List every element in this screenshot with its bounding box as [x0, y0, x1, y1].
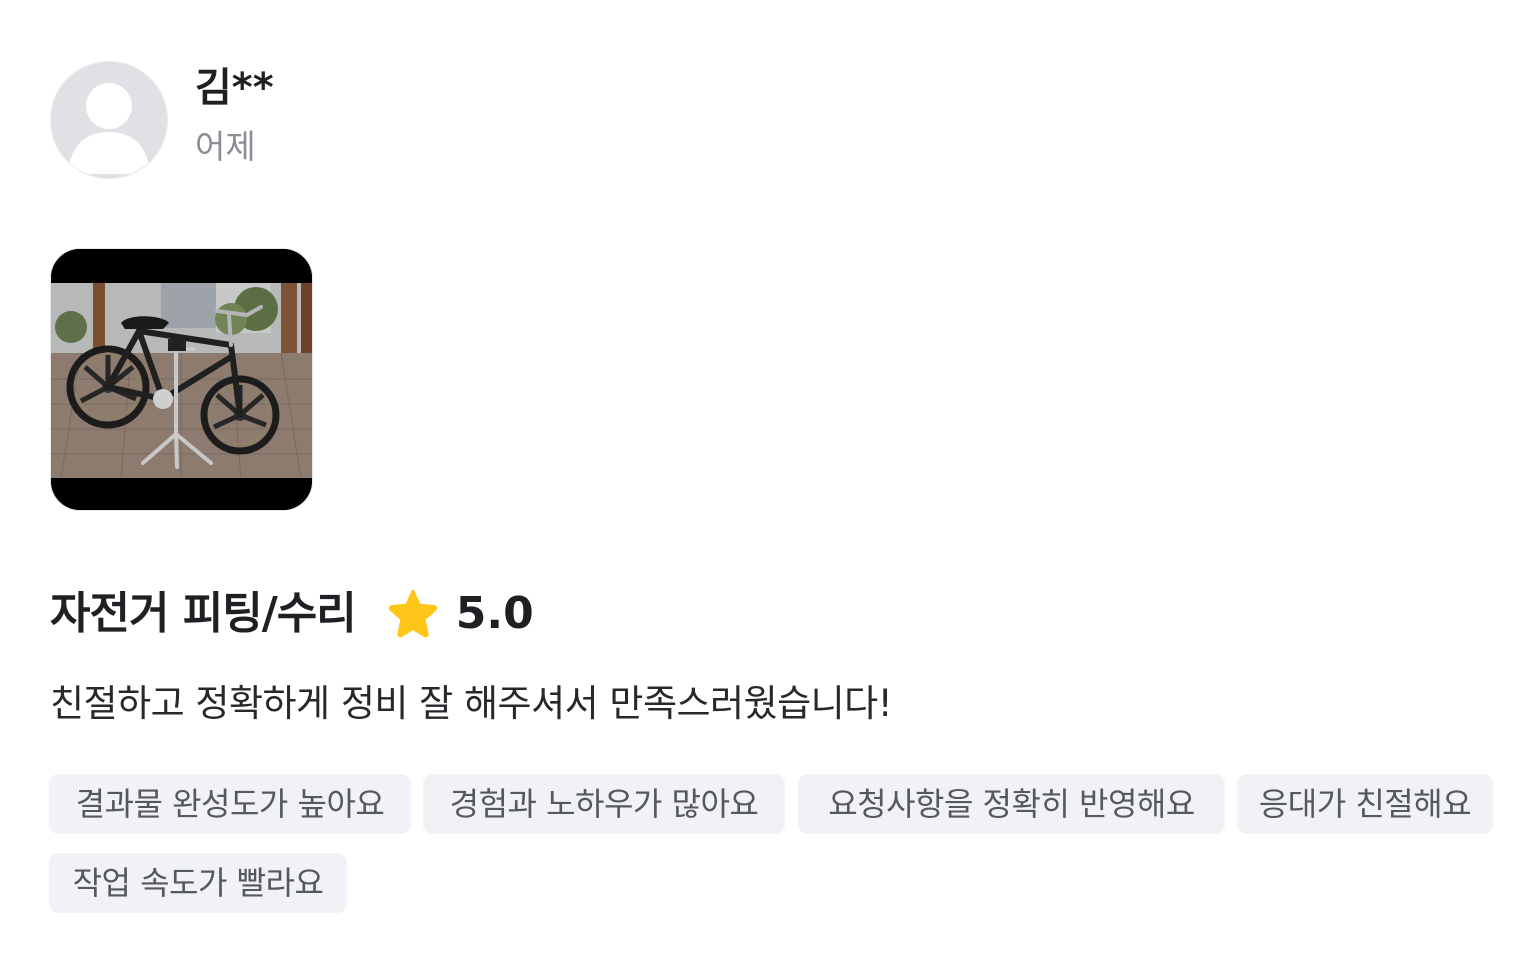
review-date: 어제 [195, 127, 256, 166]
avatar[interactable] [50, 61, 168, 179]
review-body: 친절하고 정확하게 정비 잘 해주셔서 만족스러웠습니다! [50, 682, 893, 725]
reviewer-name: 김** [195, 65, 274, 111]
reviewer-header: 김** 어제 [50, 61, 274, 179]
bicycle-photo-image [51, 249, 312, 510]
review-tag: 응대가 친절해요 [1237, 774, 1493, 834]
reviewer-meta: 김** 어제 [195, 63, 274, 169]
star-icon [388, 589, 437, 638]
service-name: 자전거 피팅/수리 [50, 588, 357, 639]
review-tag: 요청사항을 정확히 반영해요 [798, 774, 1225, 834]
rating-value: 5.0 [455, 588, 534, 639]
review-tag: 결과물 완성도가 높아요 [49, 774, 411, 834]
review-photo-thumbnail[interactable] [50, 248, 313, 511]
default-user-avatar-icon [51, 62, 167, 178]
review-tag: 경험과 노하우가 많아요 [423, 774, 785, 834]
review-tag: 작업 속도가 빨라요 [49, 853, 347, 913]
service-rating-row: 자전거 피팅/수리 5.0 [50, 584, 534, 644]
